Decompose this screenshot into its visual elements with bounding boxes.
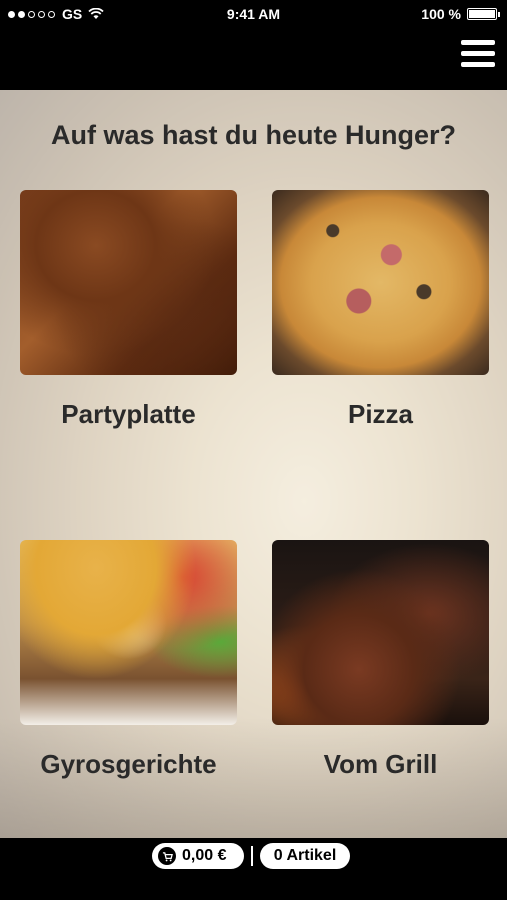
category-image xyxy=(20,540,237,725)
category-label: Pizza xyxy=(347,399,414,429)
battery-percentage: 100 % xyxy=(421,6,461,22)
category-screen: Auf was hast du heute Hunger? Partyplatt… xyxy=(0,90,507,838)
page-title: Auf was hast du heute Hunger? xyxy=(50,120,457,150)
category-image xyxy=(272,540,489,725)
cart-item-count-button[interactable]: 0 Artikel xyxy=(260,843,350,869)
category-label: Gyrosgerichte xyxy=(40,749,217,779)
cart-total: 0,00 € xyxy=(182,847,227,864)
category-tile-vom-grill[interactable]: Vom Grill xyxy=(272,540,489,780)
status-bar: GS 9:41 AM 100 % xyxy=(0,0,507,28)
category-tile-pizza[interactable]: Pizza xyxy=(272,190,489,430)
cart-bar: 0,00 € 0 Artikel xyxy=(0,838,507,900)
battery-icon xyxy=(467,8,500,20)
cart-icon xyxy=(158,847,176,865)
category-tile-partyplatte[interactable]: Partyplatte xyxy=(20,190,237,430)
navigation-bar xyxy=(0,28,507,90)
cart-total-button[interactable]: 0,00 € xyxy=(152,843,244,869)
category-image xyxy=(20,190,237,375)
category-tile-gyrosgerichte[interactable]: Gyrosgerichte xyxy=(20,540,237,780)
category-label: Vom Grill xyxy=(323,749,438,779)
category-image xyxy=(272,190,489,375)
hamburger-menu-icon[interactable] xyxy=(461,40,495,70)
cart-item-count: 0 Artikel xyxy=(273,847,337,864)
separator xyxy=(251,846,253,866)
category-label: Partyplatte xyxy=(61,399,196,429)
